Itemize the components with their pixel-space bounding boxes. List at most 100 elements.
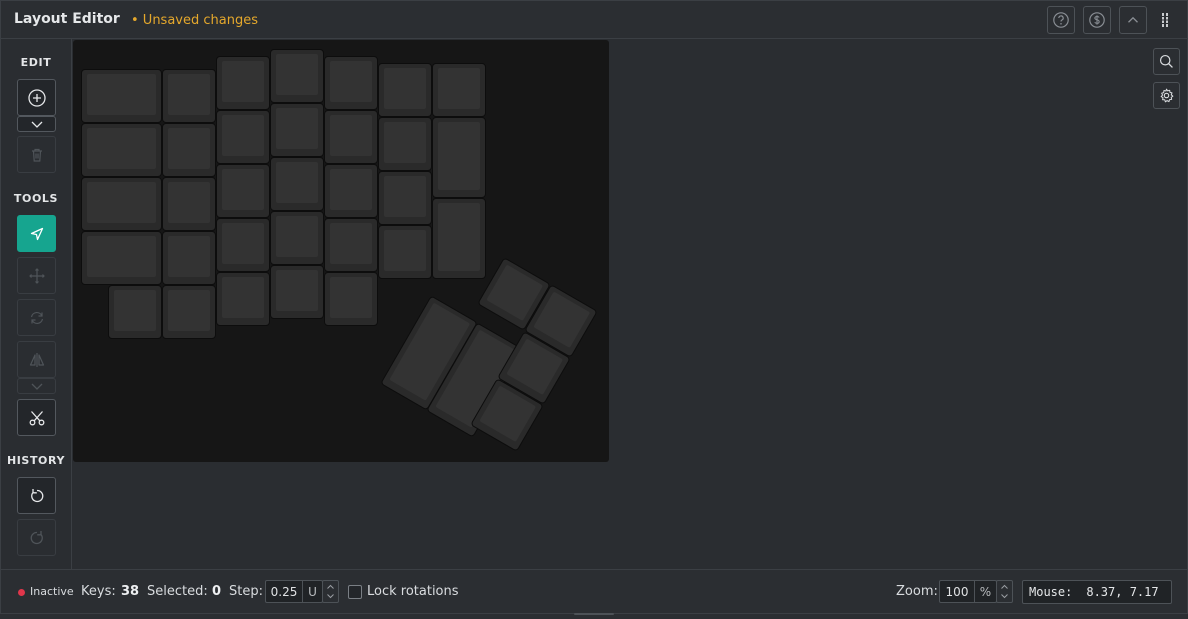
keys-count: 38 <box>121 584 140 599</box>
status-bar: Inactive Keys: 38 Selected: 0 Step: 0.25… <box>1 569 1187 614</box>
key[interactable] <box>216 218 270 272</box>
key[interactable] <box>216 164 270 218</box>
cursor-arrow-icon <box>30 227 43 240</box>
zoom-label: Zoom: <box>896 584 938 599</box>
settings-button[interactable] <box>1153 82 1180 109</box>
delete-button[interactable] <box>17 136 56 173</box>
selected-count: 0 <box>212 584 222 599</box>
unsaved-indicator: • Unsaved changes <box>131 13 258 28</box>
undo-icon <box>30 488 43 502</box>
add-options-dropdown[interactable] <box>17 116 56 132</box>
key[interactable] <box>324 56 378 110</box>
status-dot <box>18 589 25 596</box>
key[interactable] <box>216 56 270 110</box>
key[interactable] <box>81 123 162 177</box>
stepper-arrows-icon <box>327 584 334 599</box>
gear-icon <box>1160 88 1174 103</box>
key[interactable] <box>270 265 324 319</box>
mirror-icon <box>29 352 44 367</box>
step-value: 0.25 <box>270 584 298 599</box>
move-tool[interactable] <box>17 257 56 294</box>
step-stepper[interactable] <box>322 580 339 603</box>
mouse-coords: 8.37, 7.17 <box>1086 585 1159 599</box>
help-circle-icon <box>1053 12 1069 28</box>
key[interactable] <box>432 63 486 117</box>
key[interactable] <box>378 171 432 225</box>
lock-rotations-checkbox[interactable] <box>348 585 362 599</box>
key[interactable] <box>81 177 162 231</box>
key[interactable] <box>324 164 378 218</box>
key[interactable] <box>432 198 486 279</box>
key[interactable] <box>108 285 162 339</box>
move-arrows-icon <box>28 267 45 284</box>
history-section-label: HISTORY <box>6 454 66 467</box>
header-bar: Layout Editor • Unsaved changes <box>1 1 1187 39</box>
trash-icon <box>31 148 42 162</box>
mouse-label: Mouse: <box>1029 585 1073 599</box>
key[interactable] <box>324 218 378 272</box>
mouse-readout: Mouse: 8.37, 7.17 <box>1022 580 1172 604</box>
key[interactable] <box>324 272 378 326</box>
step-unit: U <box>302 581 322 602</box>
tools-section-label: TOOLS <box>13 192 59 205</box>
chevron-up-icon <box>1128 16 1138 23</box>
rotate-icon <box>30 311 43 324</box>
key[interactable] <box>162 177 216 231</box>
help-button[interactable] <box>1047 6 1075 34</box>
key[interactable] <box>432 117 486 198</box>
toolbar-sidebar: EDIT TOOLS HISTORY <box>1 39 72 569</box>
layout-editor-window: Layout Editor • Unsaved changes EDIT TOO… <box>0 0 1188 619</box>
key[interactable] <box>162 123 216 177</box>
collapse-button[interactable] <box>1119 6 1147 34</box>
zoom-stepper[interactable] <box>996 580 1013 603</box>
cut-tool[interactable] <box>17 399 56 436</box>
rotate-tool[interactable] <box>17 299 56 336</box>
zoom-input[interactable]: 100 % <box>939 580 997 603</box>
key[interactable] <box>216 272 270 326</box>
key[interactable] <box>270 49 324 103</box>
key[interactable] <box>378 117 432 171</box>
donate-button[interactable] <box>1083 6 1111 34</box>
panel-resize-handle[interactable] <box>574 613 614 615</box>
add-key-button[interactable] <box>17 79 56 116</box>
selected-label: Selected: <box>147 584 208 599</box>
chevron-down-icon <box>31 121 42 128</box>
zoom-value: 100 <box>945 584 969 599</box>
key[interactable] <box>162 231 216 285</box>
key[interactable] <box>162 69 216 123</box>
dollar-circle-icon <box>1089 12 1105 28</box>
search-button[interactable] <box>1153 48 1180 75</box>
redo-icon <box>30 530 43 544</box>
lock-rotations-label[interactable]: Lock rotations <box>367 584 459 599</box>
stepper-arrows-icon <box>1001 584 1008 599</box>
keyboard-board[interactable] <box>73 40 609 462</box>
scissors-icon <box>29 410 44 425</box>
key[interactable] <box>378 63 432 117</box>
key[interactable] <box>81 231 162 285</box>
chevron-down-icon <box>31 383 42 390</box>
plus-circle-icon <box>27 88 46 107</box>
select-tool[interactable] <box>17 215 56 252</box>
canvas-area[interactable] <box>72 39 1187 569</box>
key[interactable] <box>81 69 162 123</box>
redo-button[interactable] <box>17 519 56 556</box>
step-input[interactable]: 0.25 U <box>265 580 323 603</box>
step-label: Step: <box>229 584 263 599</box>
key[interactable] <box>378 225 432 279</box>
search-icon <box>1159 54 1173 68</box>
key[interactable] <box>270 211 324 265</box>
edit-section-label: EDIT <box>20 56 52 69</box>
key[interactable] <box>216 110 270 164</box>
drag-grip-icon[interactable] <box>1161 13 1169 27</box>
keys-label: Keys: <box>81 584 116 599</box>
mirror-tool[interactable] <box>17 341 56 378</box>
undo-button[interactable] <box>17 477 56 514</box>
key[interactable] <box>162 285 216 339</box>
key[interactable] <box>270 103 324 157</box>
zoom-unit: % <box>974 581 996 602</box>
mirror-options-dropdown[interactable] <box>17 378 56 394</box>
page-title: Layout Editor <box>14 11 120 27</box>
key[interactable] <box>270 157 324 211</box>
status-text: Inactive <box>30 585 74 598</box>
key[interactable] <box>324 110 378 164</box>
